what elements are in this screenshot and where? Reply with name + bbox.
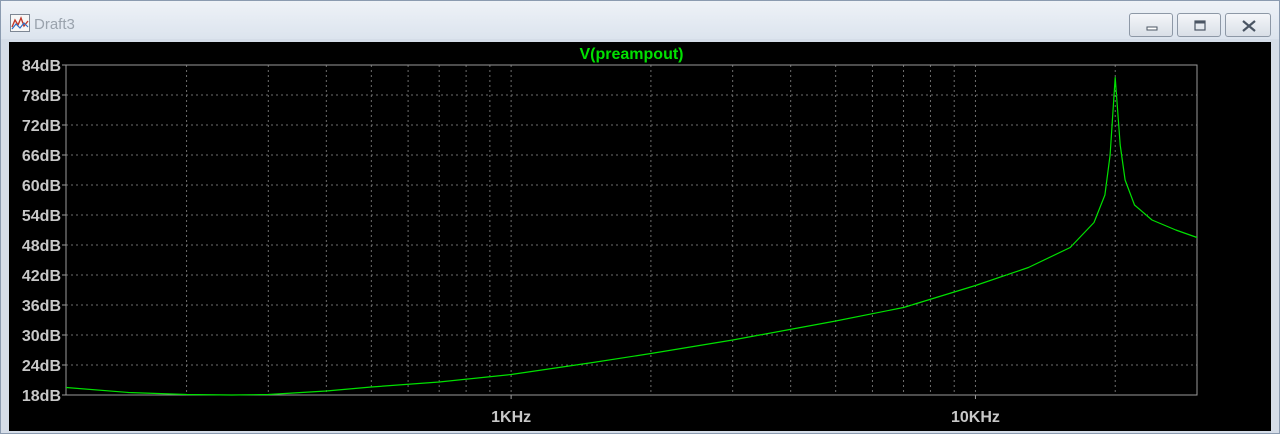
grid (66, 64, 1198, 396)
y-tick-label: 18dB (22, 388, 61, 405)
minimize-icon (1146, 26, 1158, 31)
x-axis-ticks: 1KHz 10KHz (491, 395, 1000, 426)
window-title: Draft3 (34, 16, 75, 33)
y-axis-ticks: 18dB 24dB 30dB 36dB 42dB 48dB 54dB 60dB 66dB 72dB… (22, 58, 66, 405)
y-tick-label: 54dB (22, 208, 61, 225)
minimize-button[interactable] (1129, 13, 1173, 37)
x-tick-label: 1KHz (491, 409, 531, 426)
y-tick-label: 78dB (22, 88, 61, 105)
chart-title: V(preampout) (580, 46, 684, 63)
plot-area[interactable]: V(preampout) 18dB 24dB 30dB 36dB 42dB 48dB 54d… (9, 42, 1271, 431)
y-tick-label: 42dB (22, 268, 61, 285)
y-tick-label: 24dB (22, 358, 61, 375)
maximize-icon (1194, 20, 1206, 31)
close-button[interactable] (1225, 13, 1271, 37)
y-tick-label: 72dB (22, 118, 61, 135)
close-icon (1242, 20, 1256, 32)
plot-frame (65, 64, 1198, 396)
y-tick-label: 84dB (22, 58, 61, 75)
x-tick-label: 10KHz (951, 409, 1000, 426)
y-tick-label: 48dB (22, 238, 61, 255)
y-tick-label: 60dB (22, 178, 61, 195)
waveform-icon (10, 14, 30, 32)
y-tick-label: 36dB (22, 298, 61, 315)
title-bar[interactable]: Draft3 (1, 1, 1279, 39)
y-tick-label: 66dB (22, 148, 61, 165)
maximize-button[interactable] (1177, 13, 1221, 37)
plot-window: Draft3 V(preampout) 18dB 24dB 30dB 36dB 42dB… (0, 0, 1280, 434)
y-tick-label: 30dB (22, 328, 61, 345)
chart-svg[interactable]: V(preampout) 18dB 24dB 30dB 36dB 42dB 48dB 54d… (9, 42, 1271, 431)
